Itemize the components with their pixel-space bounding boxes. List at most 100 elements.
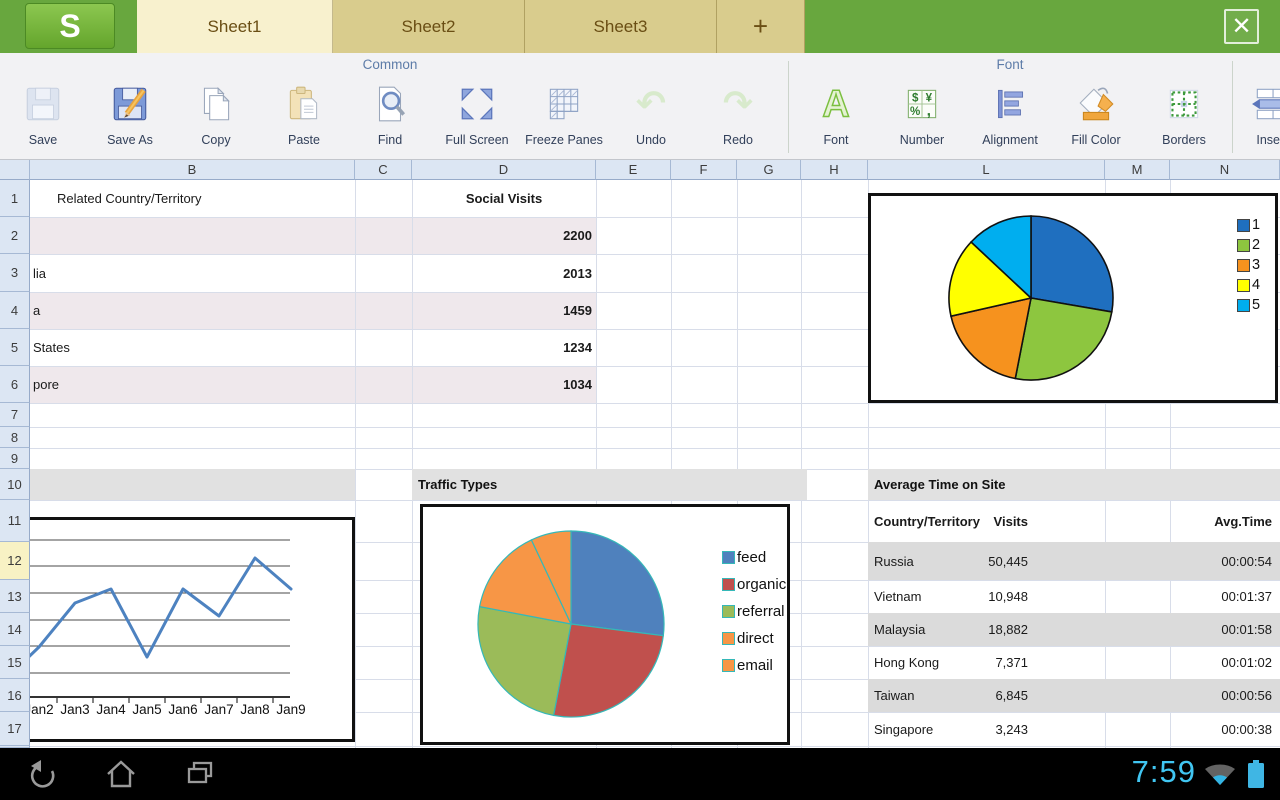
traffic-types-pie-chart[interactable]: feedorganicreferraldirectemail	[420, 504, 790, 745]
home-icon[interactable]	[104, 758, 138, 790]
toolbar-fill-color-button[interactable]: Fill Color	[1052, 83, 1140, 147]
column-header-D[interactable]: D	[412, 160, 596, 180]
close-button[interactable]: ✕	[1224, 9, 1259, 44]
cell-d1-social-visits[interactable]: Social Visits	[412, 180, 596, 217]
row-header-10[interactable]: 10	[0, 469, 30, 500]
site-table-avgtime[interactable]: 00:01:37	[1152, 580, 1272, 613]
legend-swatch	[722, 605, 735, 618]
column-header-G[interactable]: G	[737, 160, 801, 180]
column-header-M[interactable]: M	[1105, 160, 1170, 180]
toolbar-full-screen-button[interactable]: Full Screen	[433, 83, 521, 147]
column-header-H[interactable]: H	[801, 160, 868, 180]
cell-b6-country-fragment[interactable]: pore	[33, 366, 333, 403]
app-logo-button[interactable]: S	[25, 3, 115, 49]
toolbar-paste-button[interactable]: Paste	[260, 83, 348, 147]
row-header-5[interactable]: 5	[0, 329, 30, 366]
toolbar-find-button[interactable]: Find	[346, 83, 434, 147]
column-header-B[interactable]: B	[30, 160, 355, 180]
toolbar-alignment-button[interactable]: Alignment	[966, 83, 1054, 147]
site-table-row-malaysia[interactable]: Malaysia18,88200:01:58	[868, 613, 1280, 646]
legend-label: organic	[737, 576, 786, 593]
site-table-row-taiwan[interactable]: Taiwan6,84500:00:56	[868, 679, 1280, 712]
daily-visits-line-chart[interactable]: Jan2Jan3Jan4Jan5Jan6Jan7Jan8Jan9	[0, 517, 355, 742]
cell-d2-visits-value[interactable]: 2200	[412, 217, 592, 254]
site-table-avgtime[interactable]: 00:00:56	[1152, 679, 1272, 712]
select-all-corner[interactable]	[0, 160, 30, 180]
site-table-visits[interactable]: 10,948	[908, 580, 1028, 613]
back-icon[interactable]	[26, 758, 60, 790]
site-table-visits[interactable]: 6,845	[908, 679, 1028, 712]
cell-b5-country-fragment[interactable]: States	[33, 329, 333, 366]
row-header-4[interactable]: 4	[0, 292, 30, 329]
site-table-row-singapore[interactable]: Singapore3,24300:00:38	[868, 712, 1280, 746]
cell-b3-country-fragment[interactable]: lia	[33, 254, 333, 292]
undo-icon: ↶	[630, 83, 672, 125]
row-header-11[interactable]: 11	[0, 500, 30, 542]
add-sheet-tab[interactable]: +	[717, 0, 805, 53]
legend-item-organic: organic	[722, 576, 786, 593]
site-table-visits[interactable]: 7,371	[908, 646, 1028, 679]
column-header-F[interactable]: F	[671, 160, 737, 180]
row-header-14[interactable]: 14	[0, 613, 30, 646]
recent-apps-icon[interactable]	[184, 758, 218, 790]
svg-text:$: $	[912, 92, 919, 104]
legend-label: direct	[737, 630, 774, 647]
column-header-C[interactable]: C	[355, 160, 412, 180]
row-header-3[interactable]: 3	[0, 254, 30, 292]
site-table-avgtime[interactable]: 00:01:02	[1152, 646, 1272, 679]
row-header-15[interactable]: 15	[0, 646, 30, 679]
row-header-16[interactable]: 16	[0, 679, 30, 712]
row-header-17[interactable]: 17	[0, 712, 30, 746]
site-table-row-russia[interactable]: Russia50,44500:00:54	[868, 542, 1280, 580]
site-table-row-hong-kong[interactable]: Hong Kong7,37100:01:02	[868, 646, 1280, 679]
site-table-avgtime[interactable]: 00:00:54	[1152, 542, 1272, 580]
cell-b1-related-country-territory[interactable]: Related Country/Territory	[57, 180, 347, 217]
site-table-avgtime[interactable]: 00:01:58	[1152, 613, 1272, 646]
toolbar-insert-button[interactable]: Insert	[1228, 83, 1280, 147]
legend-label: referral	[737, 603, 785, 620]
toolbar-save-as-button[interactable]: Save As	[86, 83, 174, 147]
toolbar-group-divider	[788, 61, 789, 153]
toolbar-copy-button[interactable]: Copy	[172, 83, 260, 147]
row-header-9[interactable]: 9	[0, 448, 30, 469]
column-header-E[interactable]: E	[596, 160, 671, 180]
site-table-row-vietnam[interactable]: Vietnam10,94800:01:37	[868, 580, 1280, 613]
toolbar-font-button[interactable]: AFont	[792, 83, 880, 147]
cell-b4-country-fragment[interactable]: a	[33, 292, 333, 329]
column-header-L[interactable]: L	[868, 160, 1105, 180]
legend-swatch	[1237, 219, 1250, 232]
legend-item-5: 5	[1237, 297, 1260, 313]
row-header-2[interactable]: 2	[0, 217, 30, 254]
legend-swatch	[1237, 259, 1250, 272]
row-header-7[interactable]: 7	[0, 403, 30, 427]
spreadsheet-grid[interactable]: BCDEFGHLMN1234567891011121314151617Relat…	[0, 160, 1280, 748]
toolbar-button-label: Font	[792, 133, 880, 147]
toolbar-button-label: Redo	[694, 133, 782, 147]
row-header-1[interactable]: 1	[0, 180, 30, 217]
column-header-N[interactable]: N	[1170, 160, 1280, 180]
toolbar-borders-button[interactable]: Borders	[1140, 83, 1228, 147]
toolbar-number-button[interactable]: $¥%,Number	[878, 83, 966, 147]
social-visits-pie-chart[interactable]: 12345	[868, 193, 1278, 403]
toolbar-freeze-panes-button[interactable]: Freeze Panes	[520, 83, 608, 147]
row-header-6[interactable]: 6	[0, 366, 30, 403]
cell-d5-visits-value[interactable]: 1234	[412, 329, 592, 366]
tab-sheet1[interactable]: Sheet1	[137, 0, 333, 53]
cell-d6-visits-value[interactable]: 1034	[412, 366, 592, 403]
row-header-13[interactable]: 13	[0, 580, 30, 613]
tab-sheet3[interactable]: Sheet3	[525, 0, 717, 53]
site-table-header-avgtime[interactable]: Avg.Time	[1152, 500, 1272, 542]
cell-d4-visits-value[interactable]: 1459	[412, 292, 592, 329]
legend-item-direct: direct	[722, 630, 774, 647]
site-table-avgtime[interactable]: 00:00:38	[1152, 712, 1272, 746]
row-header-8[interactable]: 8	[0, 427, 30, 448]
row-header-12[interactable]: 12	[0, 542, 30, 580]
site-table-header-visits[interactable]: Visits	[908, 500, 1028, 542]
svg-text:Jan4: Jan4	[96, 702, 126, 717]
site-table-visits[interactable]: 18,882	[908, 613, 1028, 646]
legend-swatch	[1237, 299, 1250, 312]
cell-d3-visits-value[interactable]: 2013	[412, 254, 592, 292]
site-table-visits[interactable]: 3,243	[908, 712, 1028, 746]
tab-sheet2[interactable]: Sheet2	[333, 0, 525, 53]
site-table-visits[interactable]: 50,445	[908, 542, 1028, 580]
